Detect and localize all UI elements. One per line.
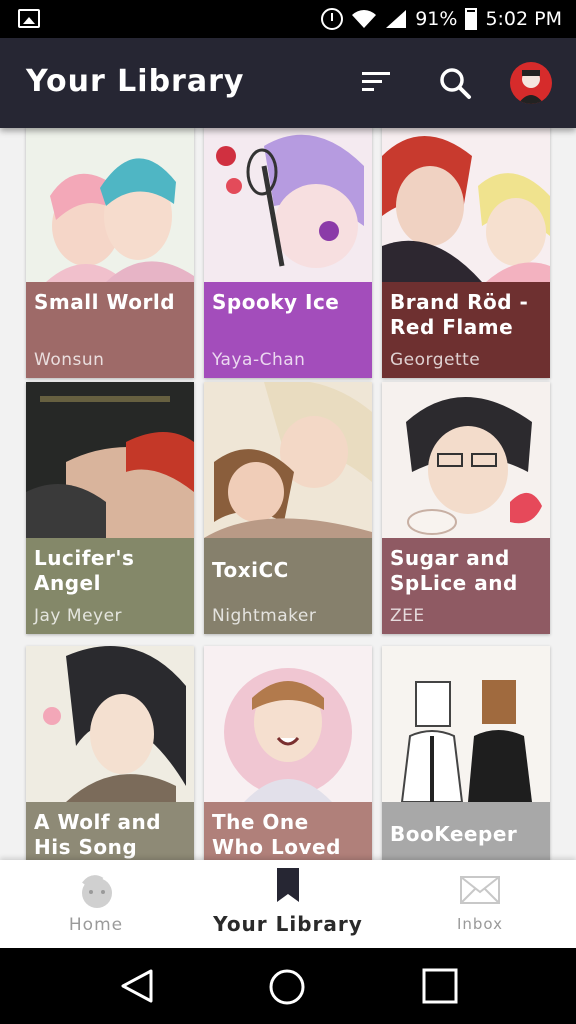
book-cover-brand-rod (382, 128, 550, 282)
status-bar: 91% 5:02 PM (0, 0, 576, 38)
book-meta: A Wolf and His Song (26, 802, 194, 860)
book-cover-small-world (26, 128, 194, 282)
status-icons: 91% 5:02 PM (321, 0, 562, 38)
avatar[interactable] (510, 62, 552, 104)
book-cover-toxicc (204, 382, 372, 538)
book-card[interactable]: BooKeeper (382, 646, 550, 860)
bottom-navigation: Home Your Library Inbox (0, 860, 576, 948)
signal-icon (386, 10, 407, 28)
book-author: Wonsun (34, 350, 105, 370)
sort-lines-icon[interactable] (360, 68, 392, 96)
book-meta: Spooky Ice Yaya-Chan (204, 282, 372, 378)
clock: 5:02 PM (485, 8, 562, 30)
book-title: ToxiCC (212, 558, 289, 582)
book-card[interactable]: ToxiCC Nightmaker (204, 382, 372, 634)
book-meta: ToxiCC Nightmaker (204, 538, 372, 634)
book-card[interactable]: Spooky Ice Yaya-Chan (204, 128, 372, 378)
alarm-icon (321, 8, 344, 30)
system-navigation-bar (0, 948, 576, 1024)
book-title: Brand Röd - Red Flame (390, 290, 529, 339)
book-meta: Lucifer's Angel Jay Meyer (26, 538, 194, 634)
book-card[interactable]: A Wolf and His Song (26, 646, 194, 860)
book-cover-bookeeper (382, 646, 550, 802)
book-cover-spooky-ice (204, 128, 372, 282)
book-card[interactable]: The One Who Loved You (204, 646, 372, 860)
book-author: Yaya-Chan (212, 350, 306, 370)
back-icon[interactable] (120, 968, 154, 1004)
book-author: ZEE (390, 606, 425, 626)
home-button-icon[interactable] (268, 968, 306, 1006)
book-meta: BooKeeper (382, 802, 550, 860)
book-title: Small World (34, 290, 176, 314)
book-meta: Small World Wonsun (26, 282, 194, 378)
book-card[interactable]: Brand Röd - Red Flame Georgette (382, 128, 550, 378)
book-cover-lucifers-angel (26, 382, 194, 538)
home-face-icon (82, 875, 112, 908)
nav-inbox-label: Inbox (456, 915, 504, 933)
book-author: Nightmaker (212, 606, 317, 626)
book-cover-sugar-and-splice (382, 382, 550, 538)
book-author: Jay Meyer (34, 606, 123, 626)
book-title: Lucifer's Angel (34, 546, 135, 595)
book-meta: Brand Röd - Red Flame Georgette (382, 282, 550, 378)
page-title: Your Library (26, 64, 245, 99)
book-title: The One Who Loved You (212, 810, 341, 859)
image-notification-icon (18, 9, 40, 28)
book-card[interactable]: Lucifer's Angel Jay Meyer (26, 382, 194, 634)
nav-home[interactable]: Home (0, 860, 192, 948)
nav-your-library[interactable]: Your Library (192, 860, 384, 948)
book-title: Sugar and SpLice and (390, 546, 518, 595)
book-meta: The One Who Loved You (204, 802, 372, 860)
book-cover-a-wolf-and-his-song (26, 646, 194, 802)
book-card[interactable]: Small World Wonsun (26, 128, 194, 378)
envelope-icon (460, 876, 500, 904)
book-card[interactable]: Sugar and SpLice and ZEE (382, 382, 550, 634)
book-title: Spooky Ice (212, 290, 340, 314)
battery-icon (465, 8, 478, 30)
bookmark-icon (277, 868, 299, 902)
app-header: Your Library (0, 38, 576, 128)
book-meta: Sugar and SpLice and ZEE (382, 538, 550, 634)
nav-inbox[interactable]: Inbox (384, 860, 576, 948)
book-cover-the-one-who-loved-you (204, 646, 372, 802)
wifi-icon (352, 10, 377, 28)
search-icon[interactable] (438, 66, 472, 100)
nav-home-label: Home (68, 915, 124, 935)
battery-percent: 91% (415, 8, 458, 30)
book-author: Georgette (390, 350, 481, 370)
book-title: BooKeeper (390, 822, 518, 846)
nav-library-label: Your Library (213, 912, 363, 936)
library-grid: Small World Wonsun Spooky Ice Yaya-Chan (0, 128, 576, 860)
book-title: A Wolf and His Song (34, 810, 162, 859)
recents-icon[interactable] (422, 968, 458, 1004)
